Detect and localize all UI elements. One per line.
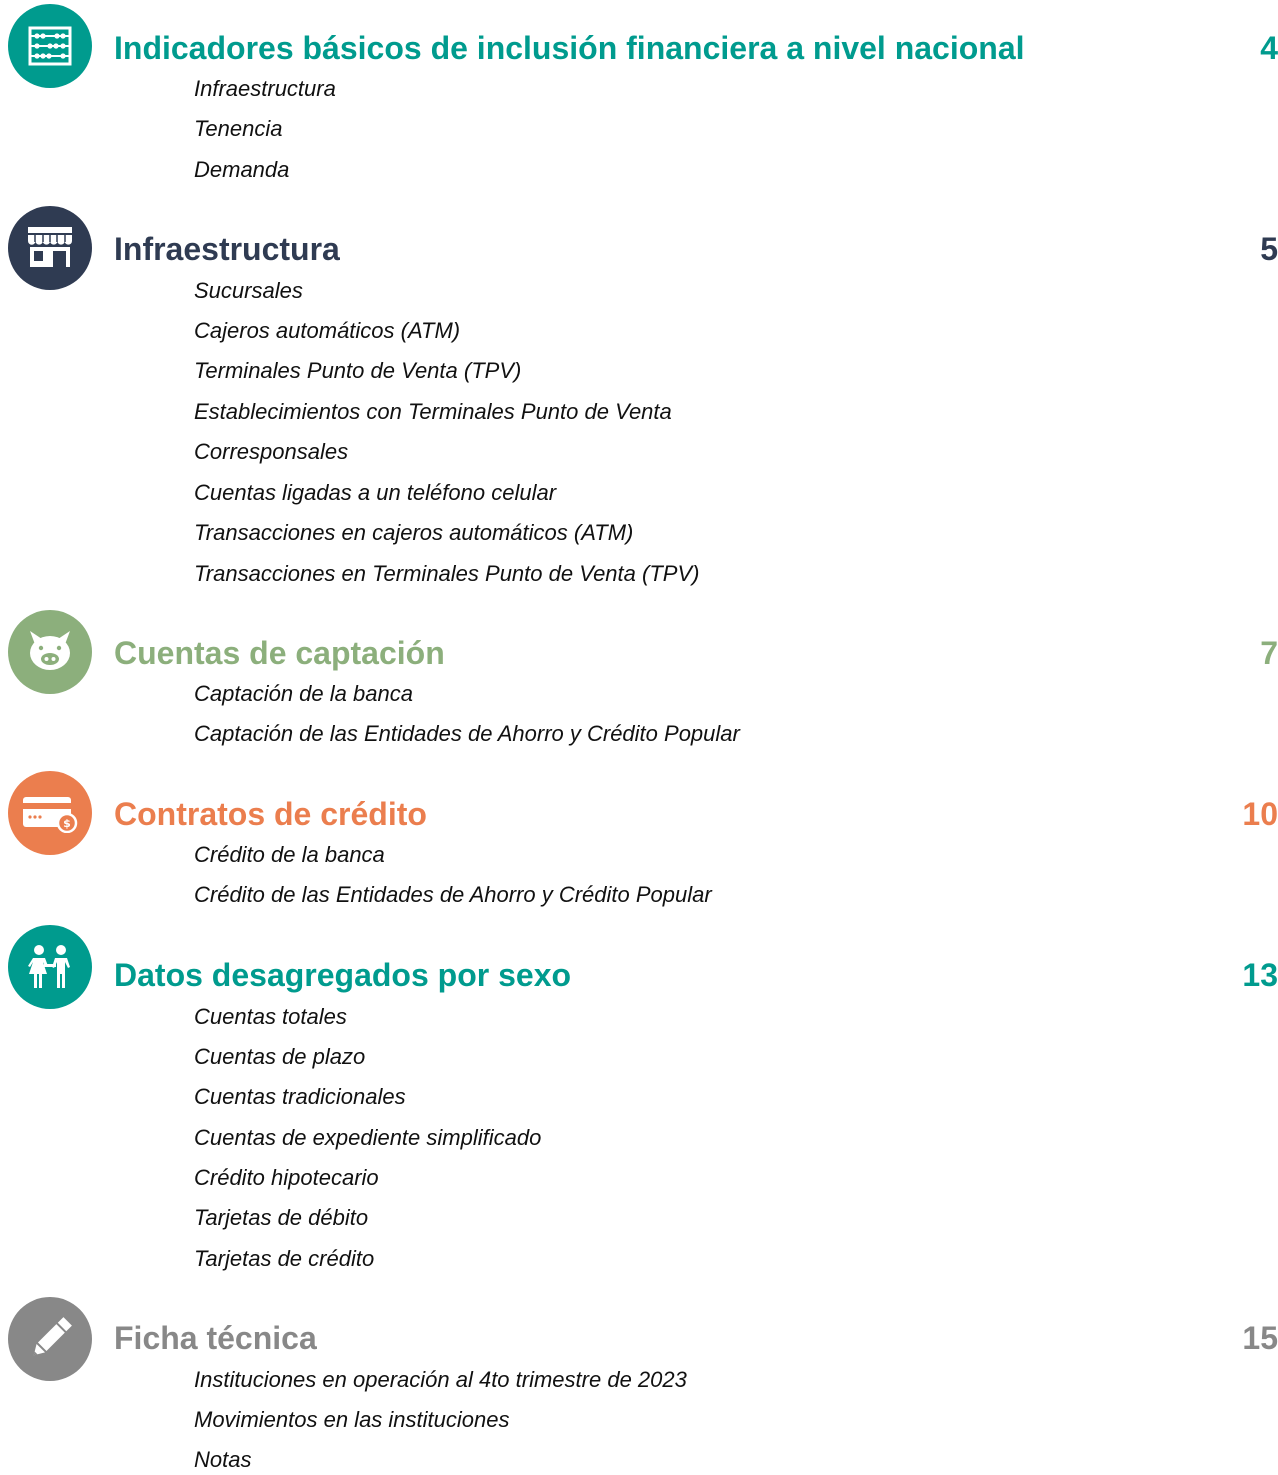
toc-subitem[interactable]: Crédito hipotecario [194,1163,379,1193]
page-number[interactable]: 5 [1198,229,1278,269]
toc-subitem[interactable]: Tarjetas de débito [194,1203,368,1233]
people-icon [8,925,92,1009]
section-title[interactable]: Infraestructura [114,229,340,269]
toc-subitem[interactable]: Cuentas ligadas a un teléfono celular [194,478,556,508]
svg-text:$: $ [63,817,71,830]
toc-subitem[interactable]: Cajeros automáticos (ATM) [194,316,460,346]
toc-subitem[interactable]: Corresponsales [194,437,348,467]
section-title[interactable]: Contratos de crédito [114,794,427,834]
page-number[interactable]: 7 [1198,633,1278,673]
toc-subitem[interactable]: Transacciones en cajeros automáticos (AT… [194,518,633,548]
page-number[interactable]: 4 [1198,28,1278,68]
credit-card-icon: $ [8,771,92,855]
toc-subitem[interactable]: Terminales Punto de Venta (TPV) [194,356,521,386]
abacus-icon [8,4,92,88]
toc-subitem[interactable]: Captación de la banca [194,679,413,709]
toc-subitem[interactable]: Captación de las Entidades de Ahorro y C… [194,719,740,749]
page-number[interactable]: 10 [1198,794,1278,834]
toc-subitem[interactable]: Sucursales [194,276,303,306]
toc-subitem[interactable]: Cuentas de expediente simplificado [194,1123,541,1153]
toc-subitem[interactable]: Cuentas de plazo [194,1042,365,1072]
section-title[interactable]: Indicadores básicos de inclusión financi… [114,28,1025,68]
toc-subitem[interactable]: Tenencia [194,114,282,144]
toc-subitem[interactable]: Transacciones en Terminales Punto de Ven… [194,559,699,589]
pencil-icon [8,1297,92,1381]
piggy-bank-icon [8,610,92,694]
toc-subitem[interactable]: Crédito de las Entidades de Ahorro y Cré… [194,880,712,910]
page-number[interactable]: 15 [1198,1318,1278,1358]
toc-subitem[interactable]: Notas [194,1445,251,1475]
toc-subitem[interactable]: Cuentas tradicionales [194,1082,406,1112]
toc-subitem[interactable]: Cuentas totales [194,1002,347,1032]
toc-subitem[interactable]: Demanda [194,155,289,185]
toc-subitem[interactable]: Crédito de la banca [194,840,385,870]
toc-subitem[interactable]: Instituciones en operación al 4to trimes… [194,1365,687,1395]
toc-subitem[interactable]: Tarjetas de crédito [194,1244,374,1274]
section-title[interactable]: Cuentas de captación [114,633,445,673]
page-number[interactable]: 13 [1198,955,1278,995]
storefront-icon [8,206,92,290]
toc-subitem[interactable]: Infraestructura [194,74,336,104]
section-title[interactable]: Ficha técnica [114,1318,317,1358]
section-title[interactable]: Datos desagregados por sexo [114,955,571,995]
toc-subitem[interactable]: Establecimientos con Terminales Punto de… [194,397,672,427]
toc-subitem[interactable]: Movimientos en las instituciones [194,1405,509,1435]
